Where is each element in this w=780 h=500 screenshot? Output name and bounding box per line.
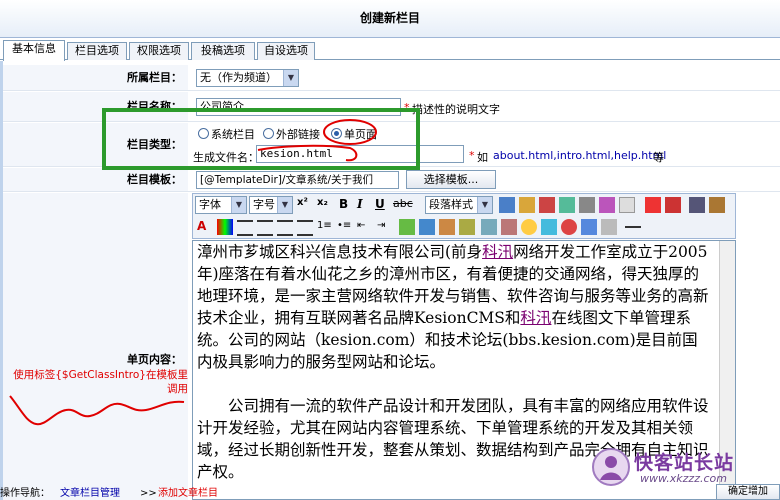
font-select-label: 字体 (199, 198, 221, 211)
para1-text-a: 漳州市芗城区科兴信息技术有限公司(前身 (197, 243, 483, 261)
outdent-icon[interactable]: ⇤ (357, 220, 373, 236)
merge-cells-icon[interactable] (459, 219, 475, 235)
chevron-down-icon: ▼ (477, 197, 492, 213)
unlink-icon[interactable] (501, 219, 517, 235)
site-watermark: 快客站长站 www.xkzzz.com (590, 446, 780, 488)
window-title: 创建新栏目 (0, 0, 780, 38)
size-select-label: 字号 (253, 198, 275, 211)
tab-column-options[interactable]: 栏目选项 (67, 42, 127, 60)
font-family-select[interactable]: 字体 ▼ (195, 196, 247, 214)
parent-column-select[interactable]: 无（作为频道） ▼ (196, 69, 299, 87)
eraser-icon[interactable] (619, 197, 635, 213)
font-size-select[interactable]: 字号 ▼ (249, 196, 293, 214)
tab-submission-options[interactable]: 投稿选项 (191, 42, 255, 60)
insert-table-icon[interactable] (399, 219, 415, 235)
style-select-label: 段落样式 (429, 198, 473, 211)
red-squiggle-annotation (9, 395, 185, 426)
chevron-down-icon: ▼ (283, 70, 298, 86)
indent-icon[interactable]: ⇥ (377, 220, 393, 236)
nav-crumb-add: 添加文章栏目 (158, 488, 218, 499)
superscript-icon[interactable]: x² (297, 197, 313, 213)
code-icon[interactable] (665, 197, 681, 213)
bold-icon[interactable]: B (339, 197, 355, 213)
chevron-down-icon: ▼ (277, 197, 292, 213)
filename-hint-suffix: 等 (653, 151, 664, 164)
align-justify-icon[interactable] (297, 220, 313, 236)
help-icon[interactable] (561, 219, 577, 235)
kesion-link-1[interactable]: 科汛 (482, 243, 513, 261)
tab-bar: 基本信息 栏目选项 权限选项 投稿选项 自设选项 (0, 40, 780, 61)
insert-col-icon[interactable] (439, 219, 455, 235)
tab-permission-options[interactable]: 权限选项 (129, 42, 189, 60)
filename-hint-examples: about.html,intro.html,help.html (493, 149, 667, 162)
align-right-icon[interactable] (277, 220, 293, 236)
paste-word-icon[interactable] (709, 197, 725, 213)
nav-separator: >> (140, 488, 157, 499)
filename-required-star: * (469, 149, 475, 162)
align-left-icon[interactable] (237, 220, 253, 236)
parent-column-value: 无（作为频道） (200, 71, 277, 84)
align-center-icon[interactable] (257, 220, 273, 236)
font-color-icon[interactable]: A (197, 219, 213, 235)
paste-icon[interactable] (689, 197, 705, 213)
chevron-down-icon: ▼ (231, 197, 246, 213)
hyperlink-icon[interactable] (481, 219, 497, 235)
insert-row-icon[interactable] (419, 219, 435, 235)
parent-column-row: 所属栏目： 无（作为频道） ▼ (3, 65, 780, 91)
replace-icon[interactable] (519, 197, 535, 213)
image-icon[interactable] (539, 197, 555, 213)
tab-custom-options[interactable]: 自设选项 (257, 42, 315, 60)
date-icon[interactable] (581, 219, 597, 235)
parent-column-label: 所属栏目： (3, 65, 188, 90)
horizontal-rule-icon[interactable] (625, 226, 641, 228)
flash-icon[interactable] (559, 197, 575, 213)
template-label: 栏目模板： (3, 168, 188, 191)
editor-toolbar: 字体 ▼ 字号 ▼ x² x₂ B I U abc 段落样式 ▼ A 1≡ •≡… (192, 193, 736, 239)
template-path-input[interactable]: [@TemplateDir]/文章系统/关于我们 (196, 171, 399, 189)
template-row: 栏目模板： [@TemplateDir]/文章系统/关于我们 选择模板... (3, 168, 780, 192)
column-name-hint: 描述性的说明文字 (412, 103, 500, 116)
ordered-list-icon[interactable]: 1≡ (317, 220, 333, 236)
strikethrough-icon[interactable]: abc (393, 197, 413, 213)
find-icon[interactable] (499, 197, 515, 213)
watermark-title: 快客站长站 (634, 452, 735, 474)
nav-crumb-columns[interactable]: 文章栏目管理 (60, 488, 120, 500)
emoticon-icon[interactable] (521, 219, 537, 235)
underline-icon[interactable]: U (375, 197, 391, 213)
nav-label: 操作导航： (0, 488, 50, 499)
format-brush-icon[interactable] (599, 197, 615, 213)
watermark-url: www.xkzzz.com (640, 472, 727, 485)
highlight-color-icon[interactable] (217, 219, 233, 235)
red-circle-annotation (257, 119, 377, 162)
filename-hint-prefix: 如 (477, 151, 488, 164)
italic-icon[interactable]: I (357, 197, 373, 213)
operation-nav: 操作导航： 文章栏目管理 >> 添加文章栏目 确定增加 (0, 484, 780, 500)
paragraph-style-select[interactable]: 段落样式 ▼ (425, 196, 493, 214)
editor-paragraph-1: 漳州市芗城区科兴信息技术有限公司(前身科汛网络开发工作室成立于2005年)座落在… (193, 241, 735, 373)
special-char-icon[interactable] (541, 219, 557, 235)
watermark-logo-icon (592, 448, 630, 486)
choose-template-button[interactable]: 选择模板... (406, 170, 496, 189)
web-icon[interactable] (645, 197, 661, 213)
media-icon[interactable] (579, 197, 595, 213)
tab-basic-info[interactable]: 基本信息 (3, 40, 65, 61)
content-label: 单页内容： (3, 193, 188, 500)
subscript-icon[interactable]: x₂ (317, 197, 333, 213)
kesion-link-2[interactable]: 科汛 (520, 309, 551, 327)
unordered-list-icon[interactable]: •≡ (337, 220, 353, 236)
page-break-icon[interactable] (601, 219, 617, 235)
